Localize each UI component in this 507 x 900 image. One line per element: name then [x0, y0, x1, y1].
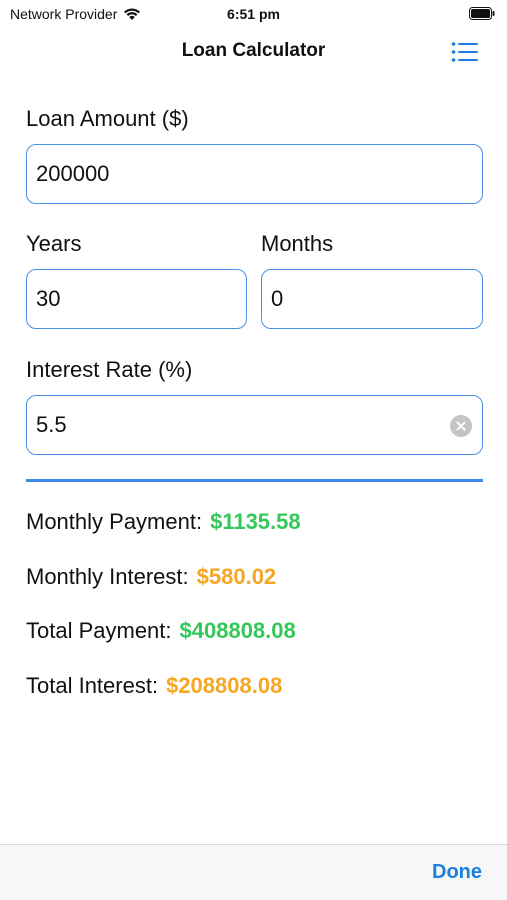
- interest-rate-input[interactable]: [36, 412, 436, 438]
- years-label: Years: [26, 231, 82, 256]
- list-icon[interactable]: [451, 41, 479, 63]
- years-field[interactable]: [26, 269, 247, 329]
- monthly-payment-value: $1135.58: [210, 509, 301, 534]
- status-time: 6:51 pm: [227, 6, 280, 22]
- months-label: Months: [261, 231, 334, 256]
- loan-amount-field[interactable]: [26, 144, 483, 204]
- monthly-interest-label: Monthly Interest:: [26, 564, 189, 589]
- x-mark-icon: [456, 421, 466, 431]
- status-bar: Network Provider 6:51 pm: [0, 0, 507, 28]
- months-field[interactable]: [261, 269, 483, 329]
- interest-rate-label: Interest Rate (%): [26, 357, 193, 382]
- page-title: Loan Calculator: [181, 40, 326, 61]
- battery-icon: [469, 7, 495, 20]
- divider: [26, 479, 483, 482]
- total-payment-row: Total Payment: $408808.08: [26, 618, 296, 644]
- monthly-payment-label: Monthly Payment:: [26, 509, 203, 534]
- clear-icon[interactable]: [450, 415, 472, 437]
- months-input[interactable]: [271, 286, 482, 312]
- total-interest-label: Total Interest:: [26, 673, 159, 698]
- keyboard-toolbar: Done: [0, 844, 507, 900]
- total-payment-label: Total Payment:: [26, 618, 172, 643]
- total-payment-value: $408808.08: [179, 618, 296, 643]
- monthly-interest-value: $580.02: [196, 564, 277, 589]
- done-button[interactable]: Done: [432, 861, 482, 884]
- loan-amount-label: Loan Amount ($): [26, 106, 189, 131]
- interest-rate-field[interactable]: [26, 395, 483, 455]
- loan-calculator-screen: Network Provider 6:51 pm Loan Calculator…: [0, 0, 507, 900]
- monthly-payment-row: Monthly Payment: $1135.58: [26, 509, 301, 535]
- loan-amount-input[interactable]: [36, 161, 482, 187]
- monthly-interest-row: Monthly Interest: $580.02: [26, 564, 276, 590]
- total-interest-value: $208808.08: [166, 673, 283, 698]
- years-input[interactable]: [36, 286, 246, 312]
- total-interest-row: Total Interest: $208808.08: [26, 673, 282, 699]
